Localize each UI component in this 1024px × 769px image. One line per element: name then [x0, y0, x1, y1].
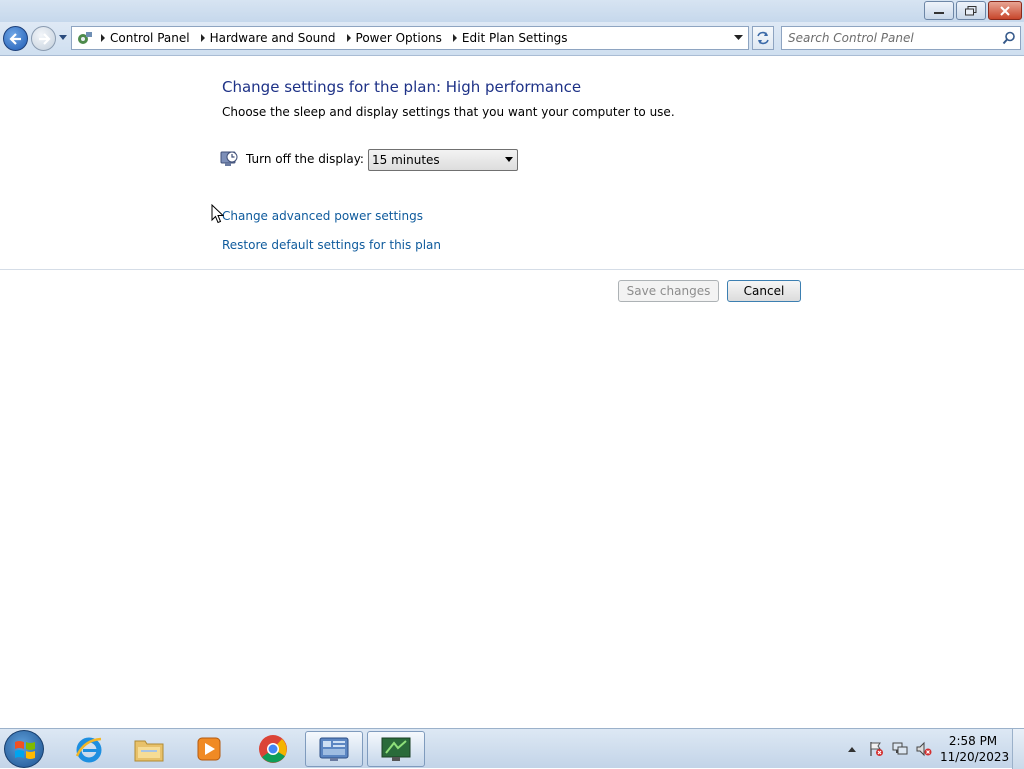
restore-default-settings-link[interactable]: Restore default settings for this plan [222, 238, 441, 252]
arrow-right-icon [39, 33, 51, 45]
show-hidden-icons-button[interactable] [840, 737, 864, 761]
internet-explorer-icon [75, 737, 102, 763]
chevron-down-icon [733, 35, 743, 40]
taskbar-chrome[interactable] [244, 731, 302, 767]
chrome-icon [259, 735, 287, 763]
network-icon [892, 742, 908, 755]
breadcrumb-edit-plan-settings[interactable]: Edit Plan Settings [462, 31, 574, 45]
flag-alert-icon [870, 742, 883, 756]
network-icon[interactable] [888, 737, 912, 761]
taskbar-media-player[interactable] [180, 731, 238, 767]
volume-icon[interactable] [912, 737, 936, 761]
control-panel-window: Control Panel Hardware and Sound Power O… [0, 0, 1024, 728]
taskbar-internet-explorer[interactable] [60, 731, 118, 767]
page-title: Change settings for the plan: High perfo… [222, 78, 582, 96]
taskbar-windows-explorer[interactable] [120, 731, 178, 767]
save-changes-button[interactable]: Save changes [618, 280, 719, 302]
close-button[interactable] [988, 1, 1022, 20]
breadcrumb: Control Panel Hardware and Sound Power O… [96, 27, 574, 49]
recent-pages-icon[interactable] [58, 34, 68, 42]
clock[interactable]: 2:58 PM 11/20/2023 [940, 733, 1010, 765]
search-icon[interactable] [1002, 31, 1016, 45]
system-tray [840, 729, 936, 769]
navigation-bar: Control Panel Hardware and Sound Power O… [0, 22, 1024, 56]
page-description: Choose the sleep and display settings th… [222, 105, 675, 119]
breadcrumb-hardware-and-sound[interactable]: Hardware and Sound [210, 31, 342, 45]
control-panel-taskbar-icon [319, 737, 349, 761]
cancel-button[interactable]: Cancel [727, 280, 801, 302]
folder-icon [134, 740, 164, 762]
show-desktop-button[interactable] [1012, 729, 1024, 769]
clock-time: 2:58 PM [948, 734, 998, 748]
chevron-right-icon[interactable] [342, 27, 356, 49]
display-clock-icon [220, 151, 238, 166]
volume-muted-icon [916, 741, 932, 757]
search-input[interactable] [788, 27, 998, 49]
remote-desktop-icon [381, 737, 411, 761]
start-button[interactable] [4, 730, 44, 768]
address-bar[interactable]: Control Panel Hardware and Sound Power O… [71, 26, 749, 50]
divider [0, 269, 1024, 270]
chevron-right-icon[interactable] [448, 27, 462, 49]
control-panel-icon [78, 32, 92, 44]
chevron-up-icon [848, 747, 856, 752]
turn-off-display-label: Turn off the display: [246, 152, 364, 166]
mouse-cursor-icon [211, 204, 224, 224]
back-button[interactable] [3, 26, 28, 51]
address-dropdown-button[interactable] [730, 27, 746, 49]
media-player-icon [197, 737, 221, 761]
taskbar-remote-desktop[interactable] [367, 731, 425, 767]
taskbar-control-panel[interactable] [305, 731, 363, 767]
arrow-left-icon [9, 33, 21, 45]
main-content: Change settings for the plan: High perfo… [0, 56, 1024, 728]
taskbar: 2:58 PM 11/20/2023 [0, 728, 1024, 769]
chevron-down-icon [505, 157, 513, 162]
windows-logo-icon [15, 741, 35, 759]
display-setting-row: Turn off the display: 15 minutes [220, 148, 540, 172]
change-advanced-power-settings-link[interactable]: Change advanced power settings [222, 209, 423, 223]
refresh-icon [757, 31, 769, 45]
title-bar[interactable] [0, 0, 1024, 22]
forward-button[interactable] [31, 26, 56, 51]
chevron-right-icon[interactable] [96, 27, 110, 49]
search-box[interactable] [781, 26, 1021, 50]
breadcrumb-power-options[interactable]: Power Options [356, 31, 448, 45]
action-center-icon[interactable] [864, 737, 888, 761]
refresh-button[interactable] [752, 26, 774, 50]
restore-button[interactable] [956, 1, 986, 20]
breadcrumb-control-panel[interactable]: Control Panel [110, 31, 196, 45]
minimize-button[interactable] [924, 1, 954, 20]
clock-date: 11/20/2023 [940, 750, 1010, 764]
turn-off-display-select[interactable]: 15 minutes [368, 149, 518, 171]
chevron-right-icon[interactable] [196, 27, 210, 49]
select-value: 15 minutes [372, 153, 440, 167]
caption-buttons [922, 1, 1022, 20]
